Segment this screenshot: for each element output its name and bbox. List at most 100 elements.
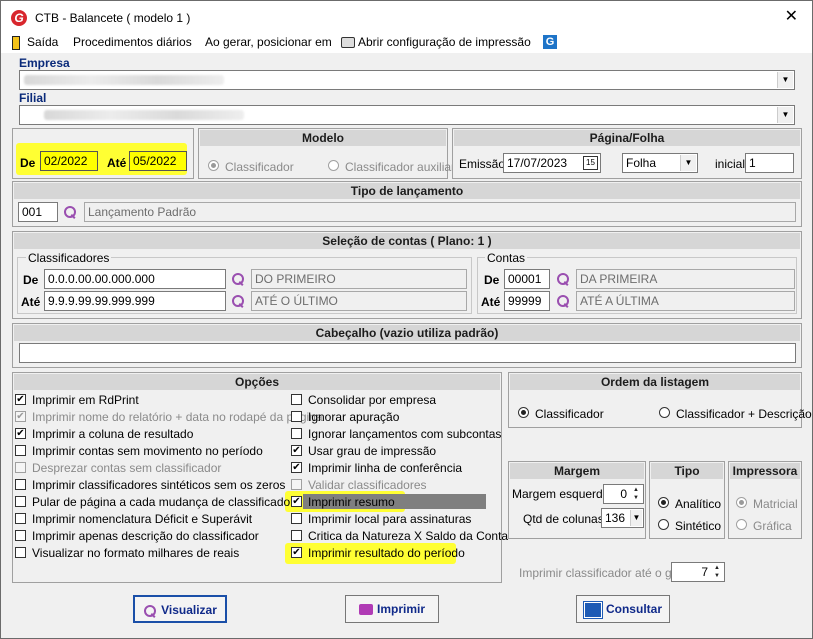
margem-col-select[interactable]: 136 ▼: [601, 508, 644, 528]
option-checkbox[interactable]: [291, 411, 302, 422]
period-from-label: De: [20, 156, 36, 170]
empresa-select[interactable]: ▼: [19, 70, 795, 90]
option-checkbox[interactable]: [291, 513, 302, 524]
ordem-classificador-radio[interactable]: [518, 407, 529, 418]
tipo-analitico-label: Analítico: [675, 497, 722, 511]
cabecalho-input[interactable]: [19, 343, 796, 363]
option-checkbox[interactable]: [15, 462, 26, 473]
option-label: Pular de página a cada mudança de classi…: [32, 495, 295, 509]
visualizar-label: Visualizar: [161, 603, 217, 617]
impressora-grafica-radio[interactable]: [736, 519, 747, 530]
menu-exit[interactable]: Saída: [27, 35, 58, 49]
option-label: Imprimir nomenclatura Déficit e Superávi…: [32, 512, 253, 526]
grau-spinner[interactable]: 7 ▲ ▼: [671, 562, 725, 582]
option-checkbox[interactable]: [15, 445, 26, 456]
search-icon[interactable]: [556, 294, 570, 308]
option-checkbox[interactable]: ✔: [291, 547, 302, 558]
tipo-analitico-radio[interactable]: [658, 497, 669, 508]
ordem-desc-radio[interactable]: [659, 407, 670, 418]
menu-print-config[interactable]: Abrir configuração de impressão: [358, 35, 531, 49]
visualizar-button[interactable]: Visualizar: [133, 595, 227, 623]
conta-to-input[interactable]: 99999: [504, 291, 550, 311]
folha-value: Folha: [626, 156, 657, 170]
margem-esq-label: Margem esquerda: [512, 487, 610, 501]
option-checkbox[interactable]: [15, 547, 26, 558]
imprimir-label: Imprimir: [376, 602, 425, 616]
opcoes-title: Opções: [14, 374, 500, 390]
option-checkbox[interactable]: [291, 530, 302, 541]
search-icon[interactable]: [231, 294, 245, 308]
option-checkbox[interactable]: [15, 496, 26, 507]
class-to-input[interactable]: 9.9.9.99.99.999.999: [44, 291, 226, 311]
option-checkbox[interactable]: [291, 394, 302, 405]
impressora-matricial-label: Matricial: [753, 497, 798, 511]
modelo-title: Modelo: [200, 130, 446, 146]
option-checkbox[interactable]: ✔: [15, 411, 26, 422]
option-checkbox[interactable]: [15, 530, 26, 541]
chevron-down-icon[interactable]: ▼: [680, 155, 696, 171]
selecao-title: Seleção de contas ( Plano: 1 ): [14, 233, 800, 249]
impressora-matricial-radio[interactable]: [736, 497, 747, 508]
class-from-input[interactable]: 0.0.0.00.00.000.000: [44, 269, 226, 289]
option-label: Imprimir resumo: [308, 495, 395, 509]
exit-icon: [12, 36, 20, 50]
imprimir-button[interactable]: Imprimir: [345, 595, 439, 623]
tipo-sintetico-label: Sintético: [675, 519, 722, 533]
spinner-arrows-icon[interactable]: ▲ ▼: [630, 486, 642, 502]
menu-procedures[interactable]: Procedimentos diários: [73, 35, 192, 49]
inicial-input[interactable]: 1: [745, 153, 794, 173]
search-icon[interactable]: [556, 272, 570, 286]
conta-to-desc: ATÉ A ÚLTIMA: [576, 291, 795, 311]
consultar-button[interactable]: Consultar: [576, 595, 670, 623]
grau-label: Imprimir classificador até o grau: [519, 566, 690, 580]
option-label: Imprimir em RdPrint: [32, 393, 139, 407]
option-checkbox[interactable]: ✔: [15, 428, 26, 439]
option-label: Imprimir apenas descrição do classificad…: [32, 529, 259, 543]
chevron-down-icon[interactable]: ▼: [630, 510, 642, 526]
margem-col-value: 136: [605, 511, 626, 525]
folha-select[interactable]: Folha ▼: [622, 153, 698, 173]
ordem-desc-label: Classificador + Descrição: [676, 407, 812, 421]
close-button[interactable]: ✕: [785, 7, 798, 27]
chevron-down-icon[interactable]: ▼: [777, 72, 793, 88]
spinner-arrows-icon[interactable]: ▲ ▼: [711, 564, 723, 580]
option-checkbox[interactable]: [291, 428, 302, 439]
option-label: Desprezar contas sem classificador: [32, 461, 222, 475]
margem-col-label: Qtd de colunas: [523, 512, 604, 526]
tipo-sintetico-radio[interactable]: [658, 519, 669, 530]
option-checkbox[interactable]: [291, 479, 302, 490]
period-to-input[interactable]: 05/2022: [129, 151, 187, 171]
search-icon[interactable]: [231, 272, 245, 286]
conta-from-input[interactable]: 00001: [504, 269, 550, 289]
inicial-label: inicial: [715, 157, 746, 171]
margem-esq-value: 0: [620, 487, 627, 501]
search-icon[interactable]: [63, 205, 77, 219]
modelo-classificador-label: Classificador: [225, 160, 294, 174]
classificadores-group-label: Classificadores: [26, 251, 112, 265]
conta-to-label: Até: [481, 295, 501, 309]
consultar-label: Consultar: [605, 602, 662, 616]
option-checkbox[interactable]: [15, 513, 26, 524]
margem-esq-spinner[interactable]: 0 ▲ ▼: [603, 484, 644, 504]
calendar-icon[interactable]: 15: [583, 156, 598, 170]
class-from-label: De: [23, 273, 39, 287]
emissao-label: Emissão: [459, 157, 506, 171]
option-label: Critica da Natureza X Saldo da Conta: [308, 529, 509, 543]
filial-select[interactable]: ▼: [19, 105, 795, 125]
app-g-icon[interactable]: G: [543, 35, 557, 49]
option-checkbox[interactable]: ✔: [15, 394, 26, 405]
tipo-lanc-code-input[interactable]: 001: [18, 202, 58, 222]
period-from-input[interactable]: 02/2022: [40, 151, 98, 171]
chevron-down-icon[interactable]: ▼: [777, 107, 793, 123]
title-bar: G CTB - Balancete ( modelo 1 ) ✕: [1, 1, 812, 33]
printer-icon: [341, 37, 355, 48]
option-checkbox[interactable]: ✔: [291, 445, 302, 456]
menu-position[interactable]: Ao gerar, posicionar em: [205, 35, 332, 49]
modelo-classificador-radio[interactable]: [208, 160, 219, 171]
modelo-aux-radio[interactable]: [328, 160, 339, 171]
option-checkbox[interactable]: ✔: [291, 496, 302, 507]
tipo-title: Tipo: [651, 463, 723, 479]
option-checkbox[interactable]: ✔: [291, 462, 302, 473]
search-icon: [143, 604, 157, 618]
option-checkbox[interactable]: [15, 479, 26, 490]
